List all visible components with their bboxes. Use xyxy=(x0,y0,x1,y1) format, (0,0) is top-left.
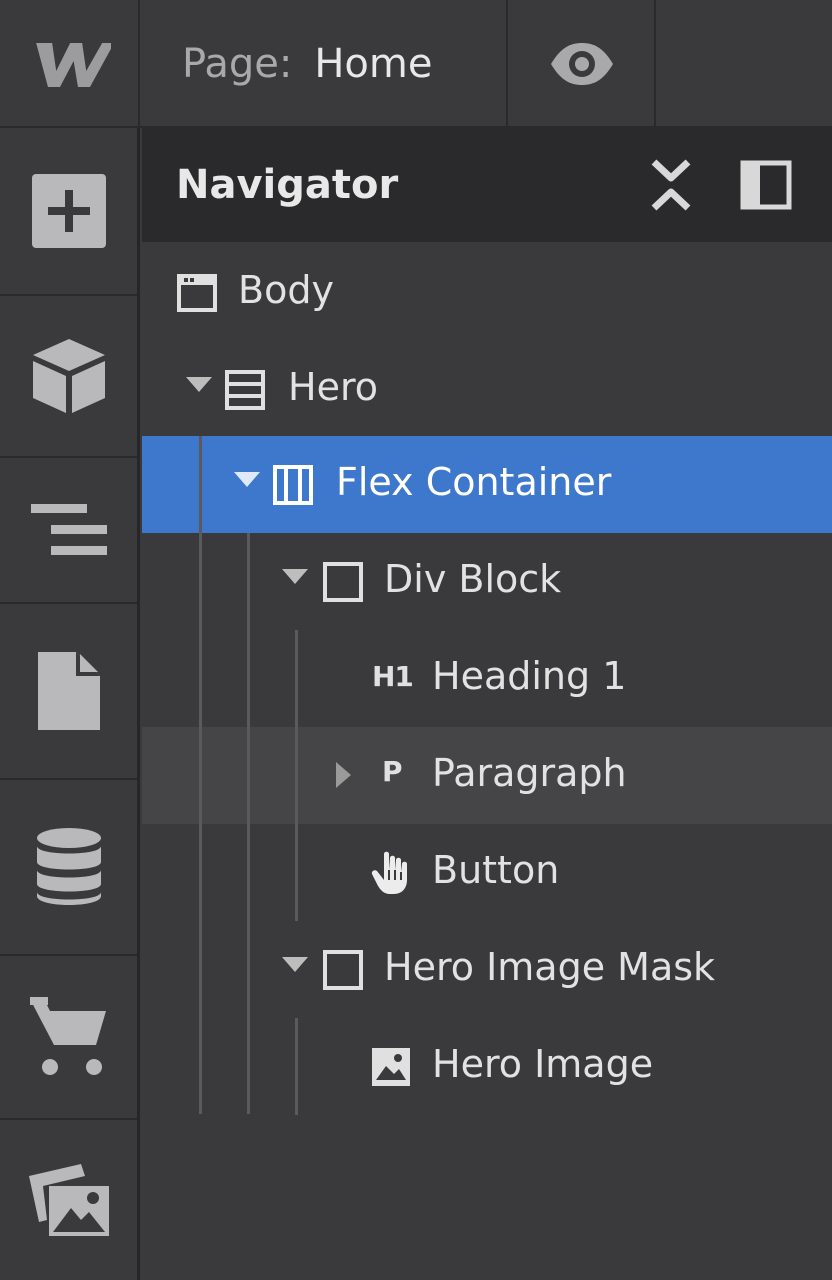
body-icon xyxy=(177,274,217,312)
add-icon xyxy=(31,174,106,248)
left-toolbar xyxy=(0,128,140,1280)
caret-down-icon[interactable] xyxy=(186,377,212,392)
tree-guide-line xyxy=(295,1018,298,1115)
page-label: Page: xyxy=(182,41,293,87)
tree-guide-line xyxy=(295,630,298,921)
tree-item-label: Body xyxy=(238,268,334,312)
navigator-icon xyxy=(30,504,107,555)
dock-panel-icon[interactable] xyxy=(740,160,792,210)
hand-pointer-icon xyxy=(371,851,407,894)
tree-guide-line xyxy=(199,436,202,1114)
caret-right-icon[interactable] xyxy=(336,762,351,788)
heading-icon: H1 xyxy=(372,660,414,693)
webflow-logo-icon[interactable] xyxy=(0,0,140,128)
caret-down-icon[interactable] xyxy=(234,472,260,487)
add-panel-button[interactable] xyxy=(0,128,137,296)
cms-button[interactable] xyxy=(0,780,137,956)
paragraph-icon: P xyxy=(382,755,403,788)
navigator-button[interactable] xyxy=(0,458,137,604)
section-icon xyxy=(225,370,265,410)
div-block-icon xyxy=(323,562,363,602)
tree-item-label: Hero Image Mask xyxy=(384,945,716,989)
symbols-button[interactable] xyxy=(0,296,137,458)
caret-down-icon[interactable] xyxy=(282,569,308,584)
tree-item-button[interactable]: Button xyxy=(142,824,832,921)
tree-item-label: Heading 1 xyxy=(432,654,627,698)
tree-item-label: Button xyxy=(432,848,560,892)
pages-button[interactable] xyxy=(0,604,137,780)
container-icon xyxy=(273,465,313,505)
tree-guide-line xyxy=(247,533,250,1114)
tree-item-hero-image-mask[interactable]: Hero Image Mask xyxy=(142,921,832,1018)
assets-button[interactable] xyxy=(0,1120,137,1280)
tree-item-body[interactable]: Body xyxy=(142,244,832,341)
navigator-header: Navigator xyxy=(142,128,832,242)
page-name: Home xyxy=(314,41,433,87)
tree-item-heading-1[interactable]: H1 Heading 1 xyxy=(142,630,832,727)
image-icon xyxy=(372,1048,410,1086)
tree-item-flex-container[interactable]: Flex Container xyxy=(142,436,832,533)
tree-item-label: Paragraph xyxy=(432,751,627,795)
page-icon xyxy=(37,652,100,730)
ecommerce-button[interactable] xyxy=(0,956,137,1120)
tree-item-label: Flex Container xyxy=(336,460,612,504)
div-block-icon xyxy=(323,950,363,990)
tree-item-label: Div Block xyxy=(384,557,562,601)
tree-item-label: Hero Image xyxy=(432,1042,654,1086)
collapse-icon[interactable] xyxy=(648,158,694,212)
images-icon xyxy=(28,1164,109,1236)
tree-item-hero-image[interactable]: Hero Image xyxy=(142,1018,832,1115)
tree-item-hero[interactable]: Hero xyxy=(142,341,832,438)
tree-item-div-block[interactable]: Div Block xyxy=(142,533,832,630)
cart-icon xyxy=(29,997,106,1075)
caret-down-icon[interactable] xyxy=(282,957,308,972)
cube-icon xyxy=(32,339,105,413)
preview-button[interactable] xyxy=(510,0,656,128)
database-icon xyxy=(36,828,101,905)
eye-icon xyxy=(551,43,613,85)
tree-item-paragraph[interactable]: P Paragraph xyxy=(142,727,832,824)
navigator-title: Navigator xyxy=(176,162,399,208)
tree-item-label: Hero xyxy=(288,365,378,409)
navigator-tree: Body Hero Flex Container Div Block H1 He… xyxy=(142,242,832,1280)
page-selector[interactable]: Page: Home xyxy=(142,0,508,128)
top-bar: Page: Home xyxy=(0,0,832,128)
